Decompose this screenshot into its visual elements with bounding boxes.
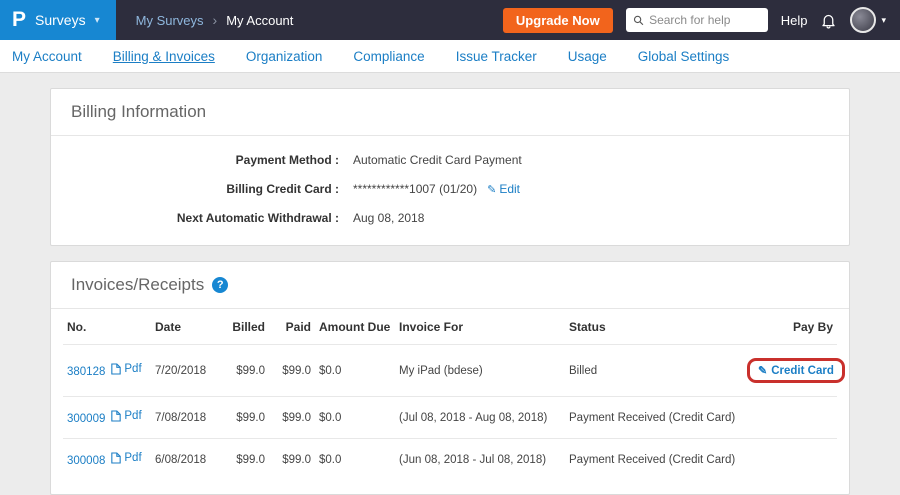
account-nav: My Account Billing & Invoices Organizati…	[0, 40, 900, 73]
paid-cell: $99.0	[269, 345, 315, 397]
billed-cell: $99.0	[219, 345, 269, 397]
edit-link-label: Edit	[499, 182, 520, 196]
billed-cell: $99.0	[219, 439, 269, 481]
account-menu[interactable]: ▾	[850, 7, 886, 33]
breadcrumb-current: My Account	[226, 13, 293, 28]
invoice-for-cell: My iPad (bdese)	[395, 345, 565, 397]
invoices-receipts-title-row: Invoices/Receipts ?	[51, 262, 849, 309]
invoices-table-wrap: No. Date Billed Paid Amount Due Invoice …	[51, 309, 849, 494]
next-withdrawal-value: Aug 08, 2018	[353, 211, 424, 225]
pdf-link[interactable]: Pdf	[111, 363, 141, 375]
amount-due-cell: $0.0	[315, 439, 395, 481]
col-pay-by: Pay By	[743, 309, 837, 345]
tab-billing-invoices[interactable]: Billing & Invoices	[113, 49, 215, 64]
edit-credit-card-link[interactable]: ✎ Edit	[487, 182, 520, 196]
breadcrumb-my-surveys[interactable]: My Surveys	[136, 13, 204, 28]
paid-cell: $99.0	[269, 439, 315, 481]
breadcrumb: My Surveys › My Account	[136, 12, 294, 28]
billing-information-title: Billing Information	[71, 102, 206, 122]
avatar	[850, 7, 876, 33]
invoice-for-cell: (Jun 08, 2018 - Jul 08, 2018)	[395, 439, 565, 481]
invoice-number-link[interactable]: 300008	[67, 455, 105, 467]
pdf-icon	[111, 410, 121, 422]
billing-information-body: Payment Method : Automatic Credit Card P…	[51, 136, 849, 245]
invoice-no-cell: 300008 Pdf	[63, 439, 151, 481]
col-date: Date	[151, 309, 219, 345]
date-cell: 6/08/2018	[151, 439, 219, 481]
help-search-box	[626, 8, 768, 32]
edit-pencil-icon: ✎	[758, 364, 767, 377]
table-row: 380128 Pdf 7/20/2018 $99.0 $99.0 $0.0 My …	[63, 345, 837, 397]
invoices-receipts-title: Invoices/Receipts	[71, 275, 204, 295]
table-header-row: No. Date Billed Paid Amount Due Invoice …	[63, 309, 837, 345]
pdf-icon	[111, 363, 121, 375]
search-icon	[633, 14, 644, 27]
pdf-icon	[111, 452, 121, 464]
pdf-link[interactable]: Pdf	[111, 410, 141, 422]
invoice-number-link[interactable]: 300009	[67, 413, 105, 425]
app-menu-dropdown[interactable]: P Surveys ▾	[0, 0, 116, 40]
col-billed: Billed	[219, 309, 269, 345]
annotation-highlight: ✎ Credit Card	[747, 358, 845, 383]
col-paid: Paid	[269, 309, 315, 345]
next-withdrawal-label: Next Automatic Withdrawal :	[71, 211, 339, 225]
invoice-no-cell: 300009 Pdf	[63, 397, 151, 439]
table-row: 300008 Pdf 6/08/2018 $99.0 $99.0 $0.0 (Ju…	[63, 439, 837, 481]
tab-my-account[interactable]: My Account	[12, 49, 82, 64]
paid-cell: $99.0	[269, 397, 315, 439]
next-withdrawal-row: Next Automatic Withdrawal : Aug 08, 2018	[71, 211, 829, 225]
status-cell: Payment Received (Credit Card)	[565, 439, 743, 481]
pay-by-cell: ✎ Credit Card	[743, 345, 837, 397]
app-menu-label: Surveys	[35, 12, 86, 28]
tab-compliance[interactable]: Compliance	[353, 49, 424, 64]
breadcrumb-separator-icon: ›	[213, 12, 218, 28]
invoice-no-cell: 380128 Pdf	[63, 345, 151, 397]
col-status: Status	[565, 309, 743, 345]
invoice-for-cell: (Jul 08, 2018 - Aug 08, 2018)	[395, 397, 565, 439]
tab-usage[interactable]: Usage	[568, 49, 607, 64]
chevron-down-icon: ▾	[95, 15, 100, 26]
topbar-right: Upgrade Now Help ▾	[503, 7, 900, 33]
status-cell: Payment Received (Credit Card)	[565, 397, 743, 439]
billing-credit-card-row: Billing Credit Card : ************1007 (…	[71, 182, 829, 196]
billing-credit-card-value: ************1007 (01/20)	[353, 182, 477, 196]
notifications-bell-icon[interactable]	[820, 12, 837, 29]
edit-pencil-icon: ✎	[487, 183, 496, 196]
tab-issue-tracker[interactable]: Issue Tracker	[456, 49, 537, 64]
tab-global-settings[interactable]: Global Settings	[638, 49, 730, 64]
billed-cell: $99.0	[219, 397, 269, 439]
help-question-icon[interactable]: ?	[212, 277, 228, 293]
col-amount-due: Amount Due	[315, 309, 395, 345]
payment-method-row: Payment Method : Automatic Credit Card P…	[71, 153, 829, 167]
chevron-down-icon: ▾	[881, 15, 886, 26]
upgrade-now-button[interactable]: Upgrade Now	[503, 8, 613, 33]
pay-by-credit-card-link[interactable]: ✎ Credit Card	[758, 364, 834, 377]
invoices-table: No. Date Billed Paid Amount Due Invoice …	[63, 309, 837, 480]
date-cell: 7/08/2018	[151, 397, 219, 439]
amount-due-cell: $0.0	[315, 397, 395, 439]
brand-logo: P	[12, 8, 26, 32]
pay-by-cell	[743, 439, 837, 481]
amount-due-cell: $0.0	[315, 345, 395, 397]
pdf-link[interactable]: Pdf	[111, 452, 141, 464]
payment-method-label: Payment Method :	[71, 153, 339, 167]
billing-information-title-row: Billing Information	[51, 89, 849, 136]
col-invoice-for: Invoice For	[395, 309, 565, 345]
col-no: No.	[63, 309, 151, 345]
invoices-receipts-card: Invoices/Receipts ? No. Date Billed Paid…	[50, 261, 850, 495]
table-row: 300009 Pdf 7/08/2018 $99.0 $99.0 $0.0 (Ju…	[63, 397, 837, 439]
billing-credit-card-label: Billing Credit Card :	[71, 182, 339, 196]
help-link[interactable]: Help	[781, 13, 808, 28]
main-content: Billing Information Payment Method : Aut…	[0, 73, 900, 495]
status-cell: Billed	[565, 345, 743, 397]
search-input[interactable]	[649, 13, 761, 27]
invoice-number-link[interactable]: 380128	[67, 366, 105, 378]
pay-by-cell	[743, 397, 837, 439]
billing-information-card: Billing Information Payment Method : Aut…	[50, 88, 850, 246]
tab-organization[interactable]: Organization	[246, 49, 323, 64]
date-cell: 7/20/2018	[151, 345, 219, 397]
top-bar: P Surveys ▾ My Surveys › My Account Upgr…	[0, 0, 900, 40]
payment-method-value: Automatic Credit Card Payment	[353, 153, 522, 167]
